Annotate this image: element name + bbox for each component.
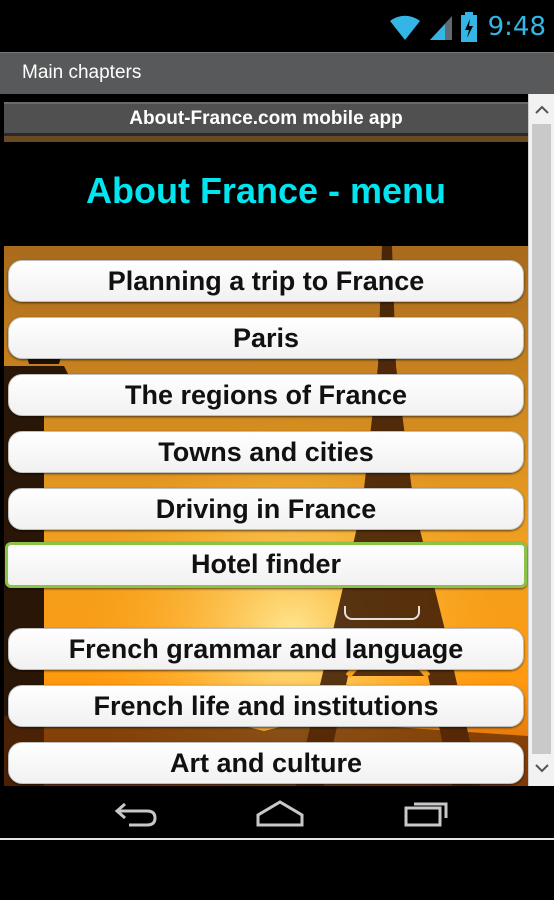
webview-content[interactable]: About-France.com mobile app About France… — [4, 94, 528, 786]
menu-item-button[interactable]: Paris — [8, 317, 524, 359]
signal-icon — [428, 12, 454, 42]
status-icons: 9:48 — [388, 10, 546, 44]
scrollbar[interactable] — [528, 94, 554, 786]
drag-handle — [344, 606, 420, 620]
battery-charging-icon — [460, 11, 478, 43]
header-divider — [4, 136, 528, 142]
wifi-icon — [388, 12, 422, 42]
app-header-bar: About-France.com mobile app — [4, 102, 528, 136]
status-bar: 9:48 — [0, 0, 554, 52]
scrollbar-thumb[interactable] — [532, 124, 551, 754]
menu-item-button[interactable]: Art and culture — [8, 742, 524, 784]
app-header-label: About-France.com mobile app — [129, 108, 403, 129]
page-title: About France - menu — [85, 170, 447, 211]
menu-item-button[interactable]: Planning a trip to France — [8, 260, 524, 302]
chevron-down-icon[interactable] — [529, 756, 554, 780]
device-bottom-area — [0, 838, 554, 900]
menu-item-button[interactable]: French life and institutions — [8, 685, 524, 727]
action-bar-title: Main chapters — [22, 62, 142, 83]
home-icon[interactable] — [250, 796, 310, 830]
recent-apps-icon[interactable] — [396, 796, 456, 830]
action-bar: Main chapters — [0, 52, 554, 94]
menu-item-button[interactable]: Towns and cities — [8, 431, 524, 473]
status-clock: 9:48 — [487, 12, 546, 42]
chevron-up-icon[interactable] — [529, 98, 554, 122]
navigation-bar — [0, 786, 554, 838]
menu-item-button[interactable]: The regions of France — [8, 374, 524, 416]
back-icon[interactable] — [106, 796, 166, 830]
menu-item-button[interactable]: Driving in France — [8, 488, 524, 530]
menu-item-button[interactable]: Hotel finder — [5, 542, 527, 588]
menu-item-button[interactable]: French grammar and language — [8, 628, 524, 670]
